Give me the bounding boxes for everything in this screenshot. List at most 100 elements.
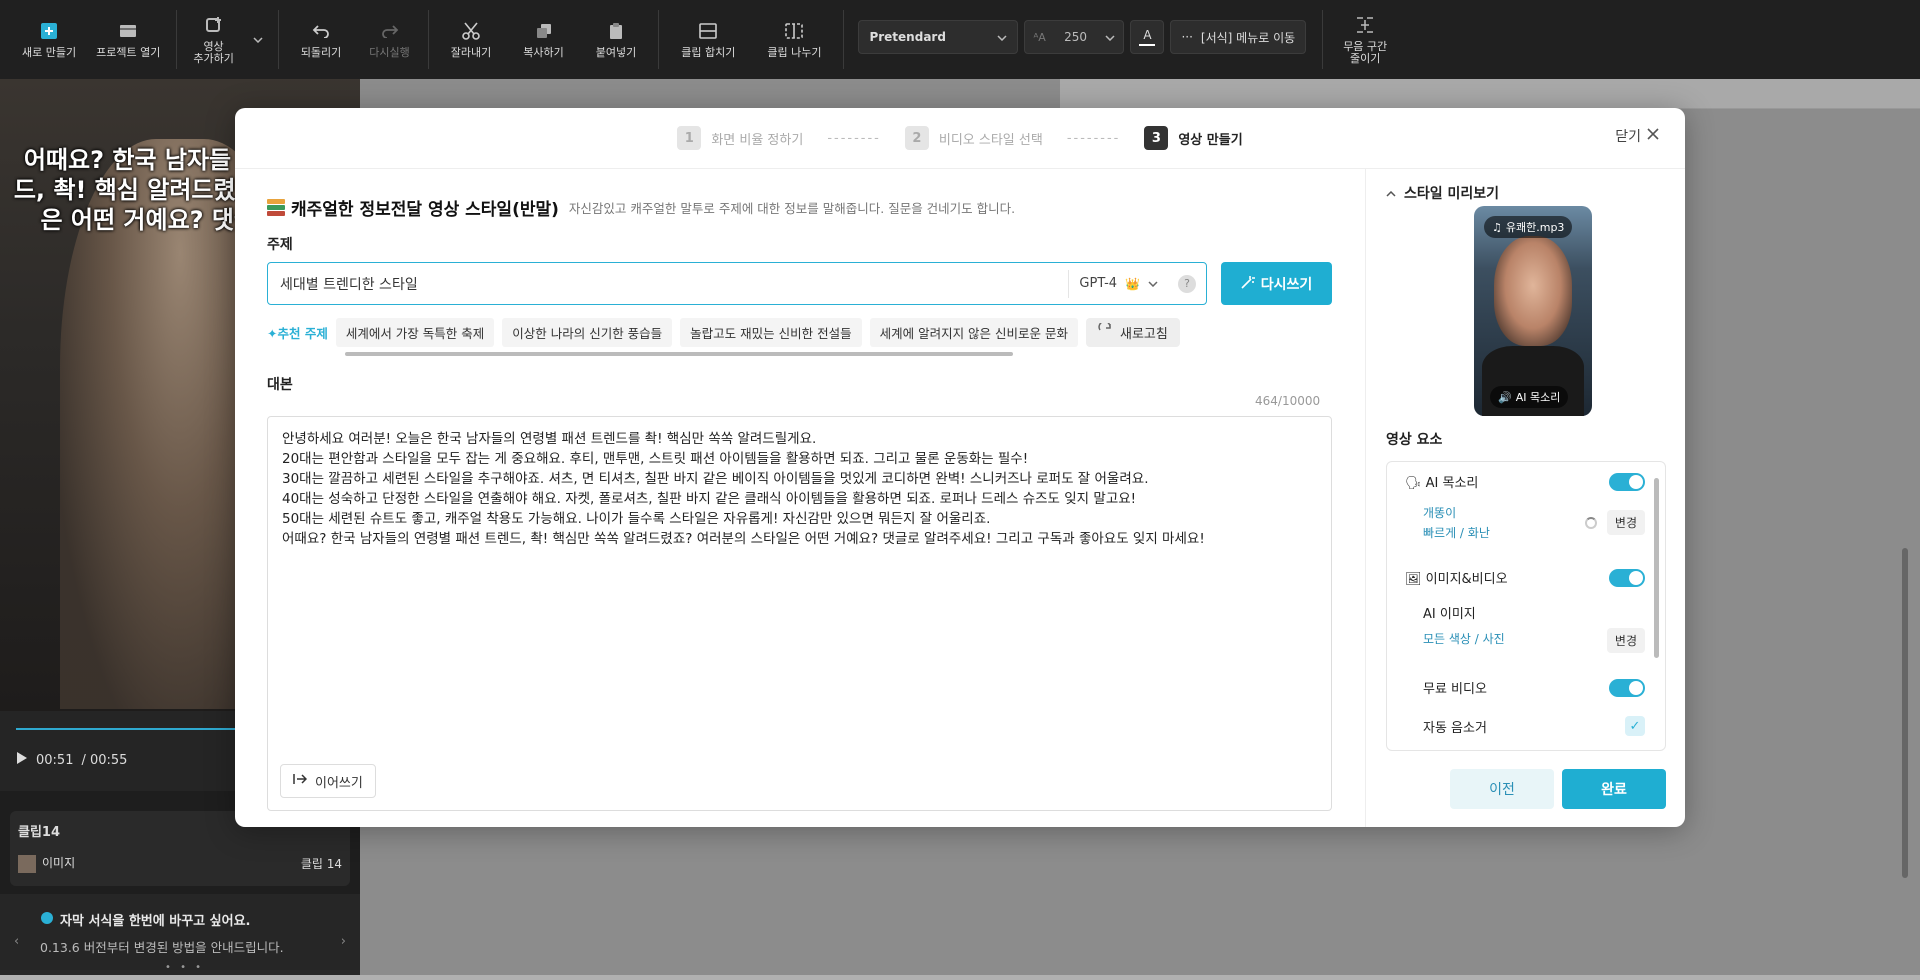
chevron-right-icon[interactable]: › [341,934,346,949]
books-icon [267,198,285,217]
format-menu-label: [서식] 메뉴로 이동 [1200,30,1296,45]
ai-voice-label: AI 목소리 [1425,476,1479,491]
crown-icon: 👑 [1125,276,1140,291]
add-media-icon [204,15,224,35]
rewrite-button[interactable]: 다시쓰기 [1221,262,1332,305]
model-select[interactable]: GPT-4 👑 ? [1068,269,1206,298]
ai-image-row: AI 이미지 [1423,603,1645,622]
auto-mute-label: 자동 음소거 [1423,720,1487,736]
topic-chip[interactable]: 세계에 알려지지 않은 신비로운 문화 [869,317,1078,347]
undo-button[interactable]: 되돌리기 [285,0,357,79]
char-counter: 464/10000 [1255,394,1321,408]
ai-voice-toggle[interactable] [1609,472,1645,491]
ai-voice-row: 🗣 AI 목소리 [1405,472,1645,491]
topic-label: 주제 [267,237,293,253]
scissors-icon [461,21,481,41]
cut-button[interactable]: 잘라내기 [435,0,507,79]
help-icon[interactable]: ? [1178,274,1196,293]
clipboard-icon [606,21,626,41]
step-label: 화면 비율 정하기 [711,132,804,148]
refresh-button[interactable]: 새로고침 [1086,317,1180,347]
color-swatch [1139,44,1156,46]
preview-header[interactable]: 스타일 미리보기 [1386,183,1499,203]
voice-tone: 빠르게 / 화난 [1423,526,1490,540]
elements-scrollbar[interactable] [1654,478,1659,658]
continue-writing-button[interactable]: 이어쓰기 [280,764,376,798]
clip-row[interactable]: 이미지 클립 14 [18,854,342,873]
chips-scrollbar[interactable] [345,352,1013,356]
image-video-label: 이미지&비디오 [1425,572,1508,587]
done-button[interactable]: 완료 [1562,769,1666,809]
elements-panel: 🗣 AI 목소리 개똥이 빠르게 / 화난 변경 🖼 이미지&비디오 AI 이미… [1386,461,1666,751]
copy-button[interactable]: 복사하기 [507,0,579,79]
script-label: 대본 [267,377,293,393]
auto-mute-row: 자동 음소거 ✓ [1423,716,1645,736]
add-video-button[interactable]: 영상 추가하기 [183,0,243,79]
chevron-down-icon [248,30,268,50]
font-select[interactable]: Pretendard [858,20,1019,54]
topic-chip[interactable]: 세계에서 가장 독특한 축제 [335,317,495,347]
music-note-icon: ♫ [1492,220,1502,234]
main-area: 캐주얼한 정보전달 영상 스타일(반말) 자신감있고 캐주얼한 말투로 주제에 … [235,169,1365,827]
divider [176,10,178,69]
image-video-toggle[interactable] [1609,568,1645,587]
step-aspect-ratio[interactable]: 1 화면 비율 정하기 [677,126,803,150]
free-video-label: 무료 비디오 [1423,682,1487,697]
text-color-glyph: A [1143,28,1152,42]
script-line: 40대는 성숙하고 단정한 스타일을 연출해야 해요. 자켓, 폴로셔츠, 칠판… [282,491,1137,507]
voice-change-button[interactable]: 변경 [1606,510,1645,535]
free-video-toggle[interactable] [1609,678,1645,697]
script-line: 20대는 편안함과 스타일을 모두 잡는 게 중요해요. 후티, 맨투맨, 스트… [282,451,1029,467]
script-textarea[interactable]: 안녕하세요 여러분! 오늘은 한국 남자들의 연령별 패션 트렌드를 촥! 핵심… [267,416,1332,811]
auto-mute-checkbox[interactable]: ✓ [1625,716,1645,736]
play-icon[interactable] [16,751,28,769]
redo-button[interactable]: 다시실행 [357,0,421,79]
divider [1322,10,1324,69]
open-project-button[interactable]: 프로젝트 열기 [86,0,170,79]
image-style: 모든 색상 / 사진 [1423,632,1505,646]
notice-banner[interactable]: ‹ 자막 서식을 한번에 바꾸고 싶어요. 0.13.6 버전부터 변경된 방법… [0,894,360,980]
new-button[interactable]: 새로 만들기 [0,0,86,79]
script-line: 50대는 세련된 슈트도 좋고, 캐주얼 착용도 가능해요. 나이가 들수록 스… [282,511,991,527]
recommended-topics: ✦추천 주제 세계에서 가장 독특한 축제 이상한 나라의 신기한 풍습들 놀랍… [267,317,1207,347]
chevron-left-icon[interactable]: ‹ [14,934,19,949]
close-button[interactable]: 닫기 [1615,126,1659,146]
style-preview-card[interactable]: ♫ 유쾌한.mp3 🔊 AI 목소리 [1474,206,1592,416]
silence-label-2: 줄이기 [1349,51,1381,65]
silence-icon [1355,15,1375,35]
step-video-style[interactable]: 2 비디오 스타일 선택 [904,126,1043,150]
image-change-row: 변경 [1583,628,1645,653]
main-toolbar: 새로 만들기 프로젝트 열기 영상 추가하기 되돌리기 다시실행 잘라내기 복사하… [0,0,1920,79]
notice-title: 자막 서식을 한번에 바꾸고 싶어요. [60,914,251,929]
time-current: 00:51 [36,752,74,768]
step-separator: -------- [1066,130,1121,146]
film-icon [118,21,138,41]
text-color-button[interactable]: A [1130,20,1165,54]
magic-wand-icon [1241,275,1255,293]
font-size-select[interactable]: ᴬA 250 [1024,20,1125,54]
step-make-video[interactable]: 3 영상 만들기 [1144,126,1243,150]
merge-clip-button[interactable]: 클립 합치기 [665,0,751,79]
style-name: 캐주얼한 정보전달 영상 스타일(반말) [291,200,559,220]
topic-field: GPT-4 👑 ? [267,262,1207,305]
topic-chip[interactable]: 놀랍고도 재밌는 신비한 전설들 [680,317,862,347]
previous-button[interactable]: 이전 [1450,769,1554,809]
chevron-down-icon [1148,276,1158,291]
media-icon: 🖼 [1405,572,1422,587]
topic-input[interactable] [268,263,1069,304]
add-video-dropdown[interactable] [244,0,272,79]
pager-dots[interactable]: • • • [165,962,204,973]
recommended-label: ✦추천 주제 [267,325,328,341]
split-clip-button[interactable]: 클립 나누기 [751,0,837,79]
image-change-button[interactable]: 변경 [1606,628,1645,653]
free-video-row: 무료 비디오 [1423,678,1645,697]
reduce-silence-button[interactable]: 무음 구간 줄이기 [1329,0,1401,79]
divider [277,10,279,69]
page-scrollbar[interactable] [1902,548,1908,878]
clip-thumbnail [18,854,36,873]
plus-box-icon [39,21,59,41]
paste-button[interactable]: 붙여넣기 [580,0,652,79]
topic-chip[interactable]: 이상한 나라의 신기한 풍습들 [502,317,673,347]
undo-icon [311,21,331,41]
format-menu-button[interactable]: ··· [서식] 메뉴로 이동 [1170,20,1307,54]
